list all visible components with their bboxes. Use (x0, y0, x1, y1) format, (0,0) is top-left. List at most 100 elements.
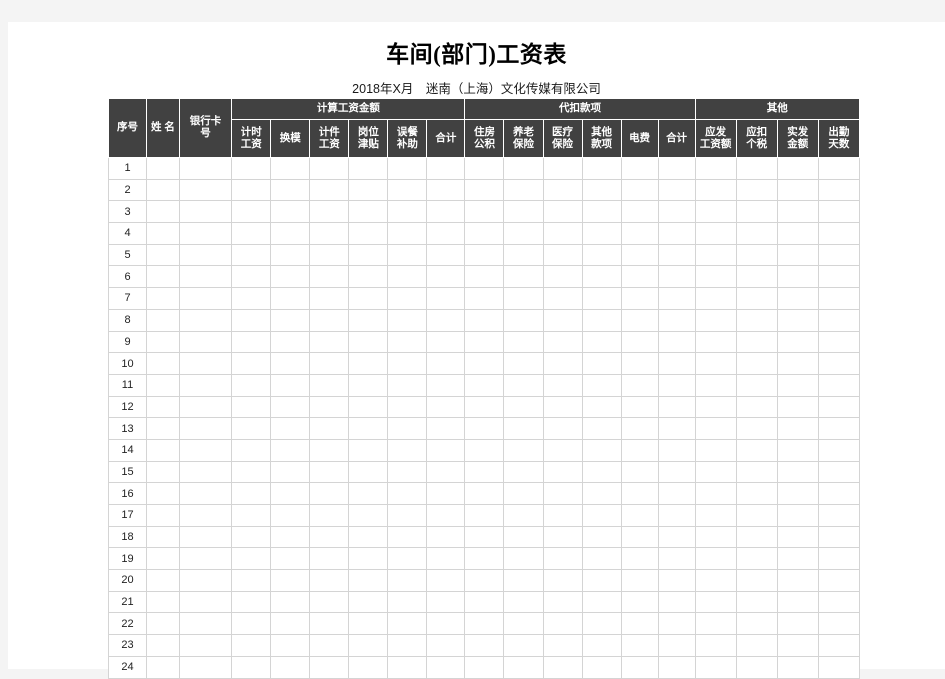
data-cell[interactable] (503, 417, 544, 440)
data-cell[interactable] (503, 157, 544, 180)
data-cell[interactable] (426, 287, 466, 310)
data-cell[interactable] (735, 287, 778, 310)
data-cell[interactable] (581, 200, 622, 224)
data-cell[interactable] (146, 157, 180, 180)
data-cell[interactable] (348, 590, 389, 614)
data-cell[interactable] (542, 590, 583, 614)
data-cell[interactable] (387, 525, 428, 549)
data-cell[interactable] (178, 525, 233, 549)
data-cell[interactable] (231, 373, 272, 397)
data-cell[interactable] (776, 417, 819, 440)
data-cell[interactable] (231, 655, 272, 679)
data-cell[interactable] (464, 265, 505, 289)
data-cell[interactable] (620, 243, 659, 267)
data-cell[interactable] (146, 504, 180, 527)
data-cell[interactable] (694, 655, 737, 679)
data-cell[interactable] (735, 590, 778, 614)
data-cell[interactable] (387, 590, 428, 614)
data-cell[interactable] (426, 634, 466, 657)
row-index-cell[interactable]: 23 (108, 634, 147, 657)
data-cell[interactable] (503, 200, 544, 224)
row-index-cell[interactable]: 24 (108, 655, 147, 679)
data-cell[interactable] (503, 243, 544, 267)
data-cell[interactable] (178, 395, 233, 419)
data-cell[interactable] (426, 178, 466, 202)
row-index-cell[interactable]: 8 (108, 308, 147, 332)
row-index-cell[interactable]: 11 (108, 373, 147, 397)
data-cell[interactable] (542, 178, 583, 202)
data-cell[interactable] (231, 308, 272, 332)
data-cell[interactable] (817, 200, 861, 224)
data-cell[interactable] (581, 352, 622, 375)
data-cell[interactable] (309, 200, 350, 224)
data-cell[interactable] (620, 330, 659, 354)
data-cell[interactable] (581, 373, 622, 397)
data-cell[interactable] (464, 612, 505, 636)
data-cell[interactable] (542, 655, 583, 679)
data-cell[interactable] (464, 352, 505, 375)
data-cell[interactable] (776, 438, 819, 462)
data-cell[interactable] (776, 395, 819, 419)
data-cell[interactable] (735, 438, 778, 462)
data-cell[interactable] (387, 243, 428, 267)
data-cell[interactable] (426, 308, 466, 332)
row-index-cell[interactable]: 6 (108, 265, 147, 289)
data-cell[interactable] (657, 265, 696, 289)
data-cell[interactable] (776, 157, 819, 180)
data-cell[interactable] (817, 525, 861, 549)
row-index-cell[interactable]: 16 (108, 482, 147, 505)
data-cell[interactable] (270, 482, 311, 505)
data-cell[interactable] (694, 352, 737, 375)
row-index-cell[interactable]: 21 (108, 590, 147, 614)
data-cell[interactable] (231, 547, 272, 571)
data-cell[interactable] (694, 569, 737, 592)
data-cell[interactable] (694, 438, 737, 462)
data-cell[interactable] (309, 395, 350, 419)
data-cell[interactable] (270, 612, 311, 636)
data-cell[interactable] (178, 634, 233, 657)
data-cell[interactable] (657, 178, 696, 202)
data-cell[interactable] (309, 504, 350, 527)
row-index-cell[interactable]: 15 (108, 460, 147, 484)
data-cell[interactable] (426, 243, 466, 267)
data-cell[interactable] (309, 612, 350, 636)
data-cell[interactable] (464, 460, 505, 484)
data-cell[interactable] (464, 200, 505, 224)
data-cell[interactable] (426, 547, 466, 571)
data-cell[interactable] (620, 634, 659, 657)
data-cell[interactable] (309, 222, 350, 245)
data-cell[interactable] (387, 352, 428, 375)
data-cell[interactable] (657, 438, 696, 462)
row-index-cell[interactable]: 9 (108, 330, 147, 354)
data-cell[interactable] (581, 287, 622, 310)
data-cell[interactable] (348, 222, 389, 245)
row-index-cell[interactable]: 2 (108, 178, 147, 202)
data-cell[interactable] (464, 178, 505, 202)
data-cell[interactable] (146, 373, 180, 397)
data-cell[interactable] (309, 243, 350, 267)
data-cell[interactable] (735, 634, 778, 657)
data-cell[interactable] (348, 178, 389, 202)
column-header[interactable]: 住房 公积 (464, 119, 505, 158)
data-cell[interactable] (426, 612, 466, 636)
data-cell[interactable] (817, 352, 861, 375)
column-header-bank-card[interactable]: 银行卡号 (178, 98, 233, 158)
data-cell[interactable] (694, 525, 737, 549)
data-cell[interactable] (309, 590, 350, 614)
data-cell[interactable] (270, 655, 311, 679)
data-cell[interactable] (620, 417, 659, 440)
data-cell[interactable] (503, 352, 544, 375)
data-cell[interactable] (735, 330, 778, 354)
data-cell[interactable] (387, 634, 428, 657)
data-cell[interactable] (735, 460, 778, 484)
data-cell[interactable] (348, 308, 389, 332)
data-cell[interactable] (735, 178, 778, 202)
data-cell[interactable] (231, 460, 272, 484)
data-cell[interactable] (776, 655, 819, 679)
data-cell[interactable] (348, 504, 389, 527)
data-cell[interactable] (503, 308, 544, 332)
data-cell[interactable] (620, 200, 659, 224)
data-cell[interactable] (817, 287, 861, 310)
data-cell[interactable] (309, 373, 350, 397)
data-cell[interactable] (146, 352, 180, 375)
